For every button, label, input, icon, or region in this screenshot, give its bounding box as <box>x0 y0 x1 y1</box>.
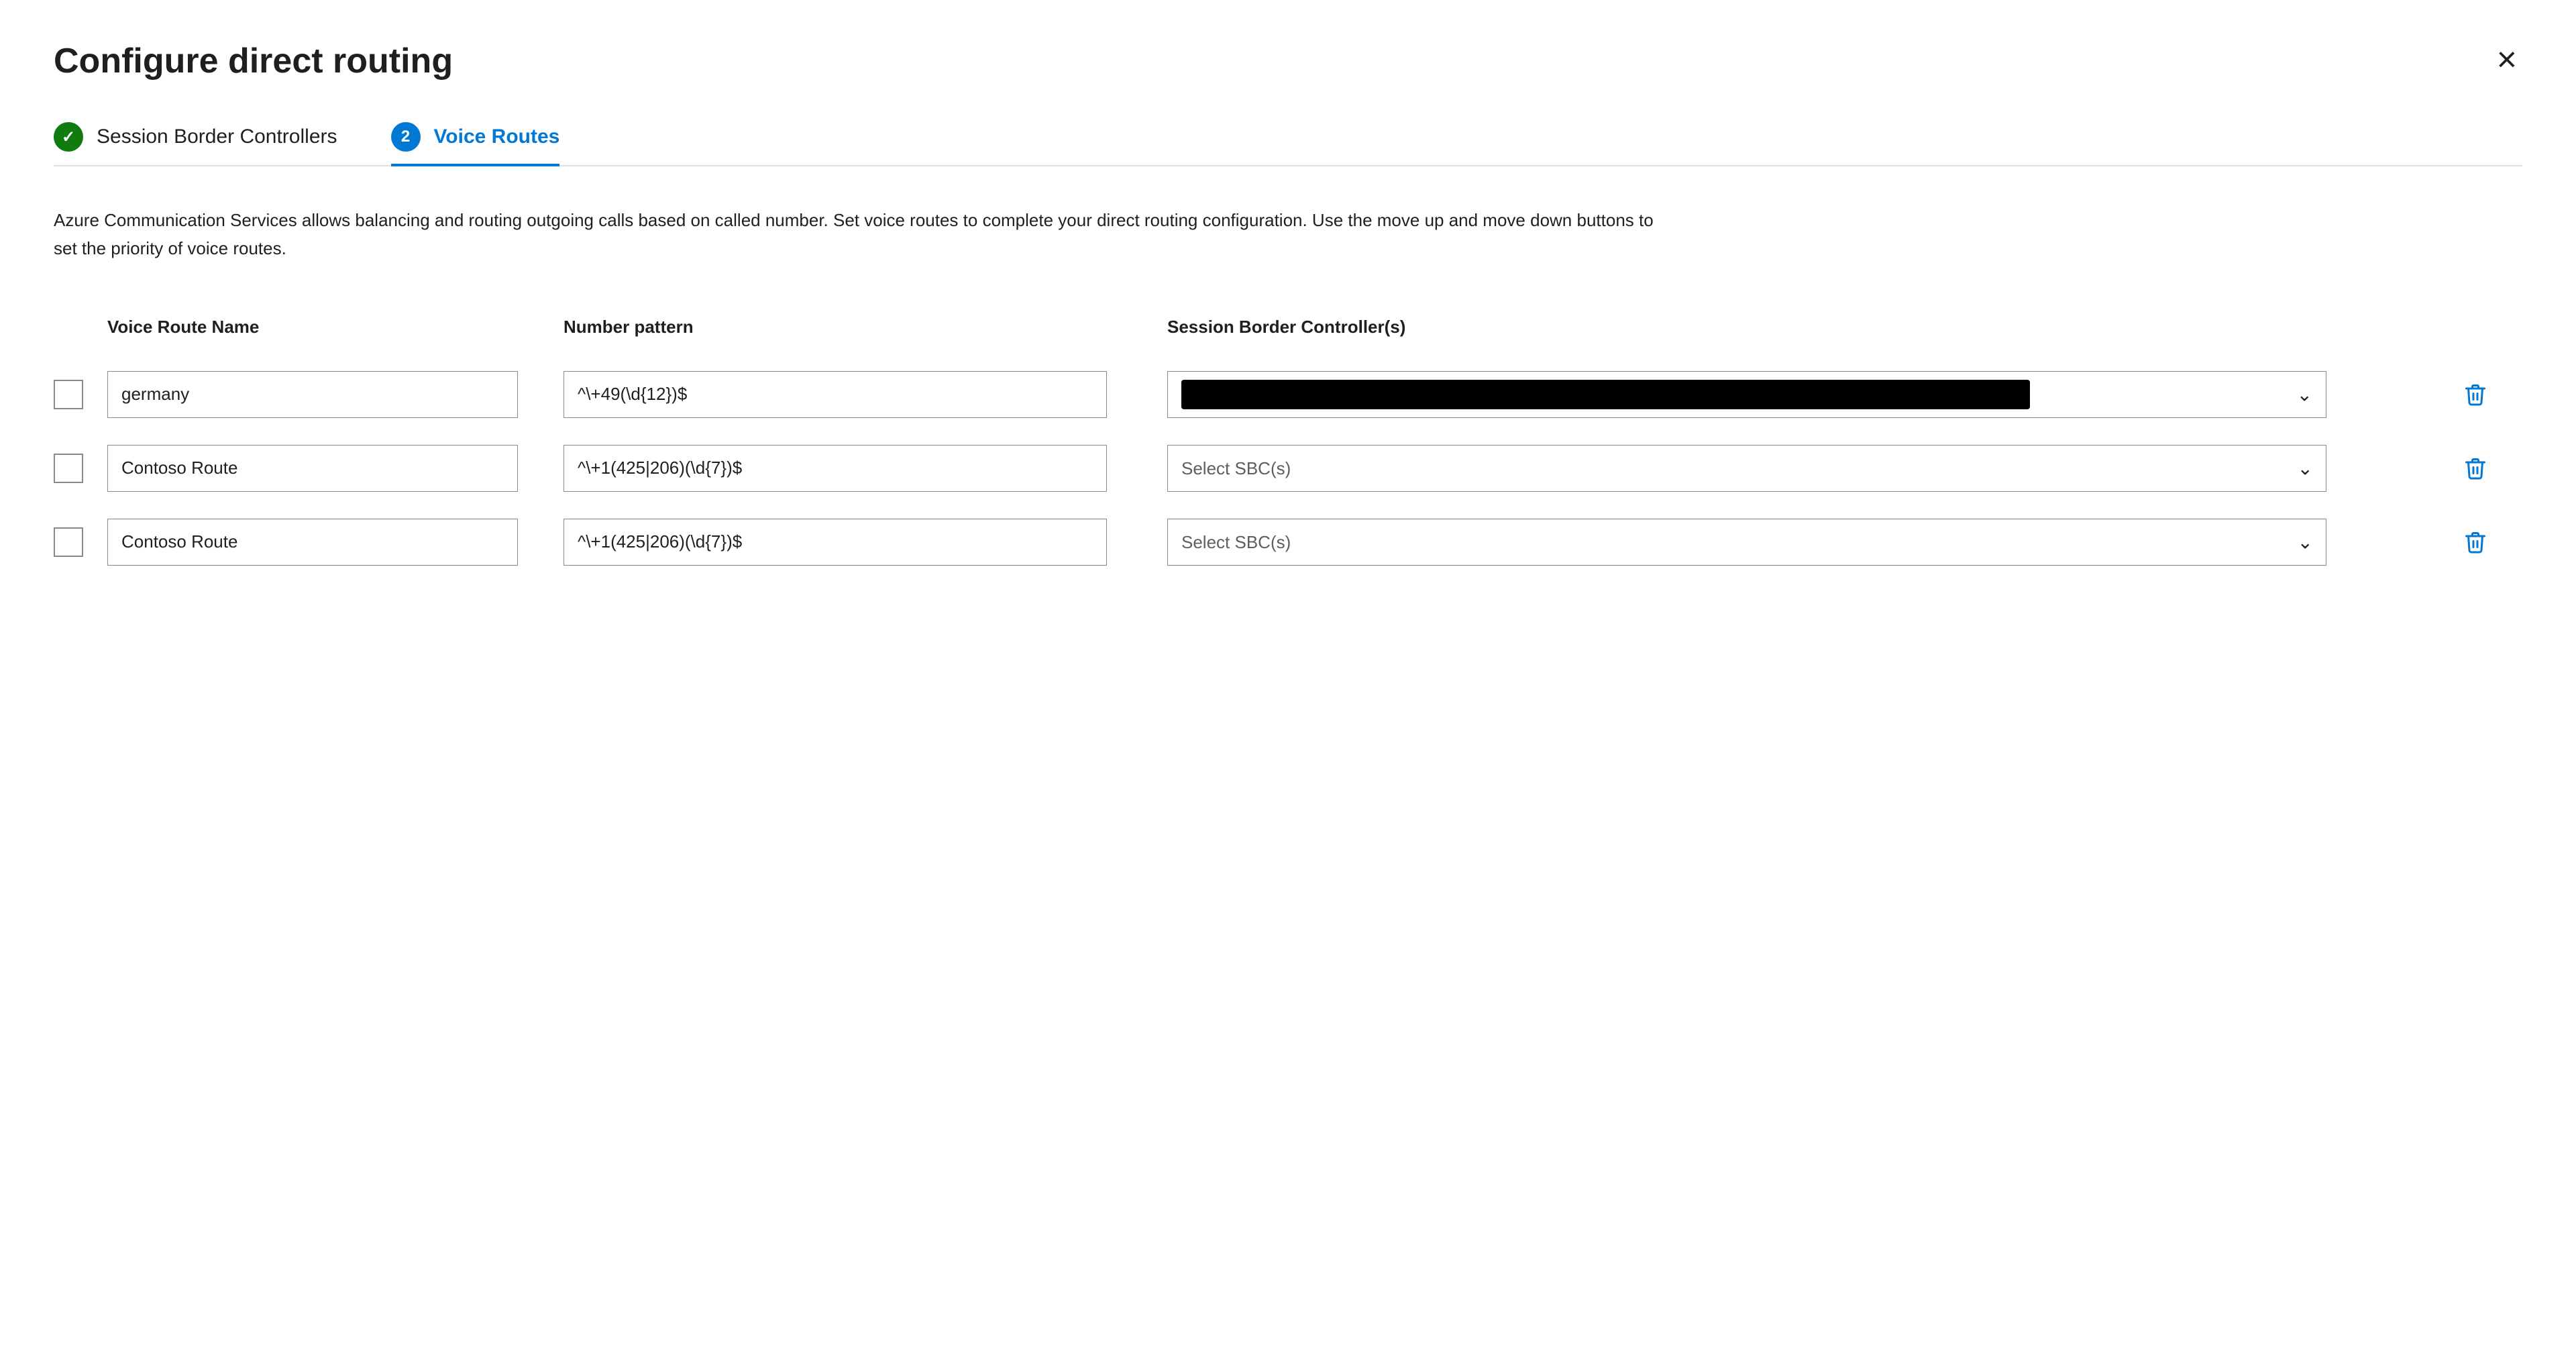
row-3-checkbox[interactable] <box>54 527 83 557</box>
table-header: Voice Route Name Number pattern Session … <box>54 317 2522 351</box>
row-3-sbc-cell: Select SBC(s) ⌄ <box>1167 519 2455 566</box>
row-3-name-input[interactable] <box>107 519 518 566</box>
row-2-name-cell <box>107 445 564 492</box>
row-2-sbc-container: Select SBC(s) ⌄ <box>1167 445 2326 492</box>
table-row: ⌄ <box>54 358 2522 431</box>
row-1-pattern-cell <box>564 371 1167 418</box>
row-2-pattern-input[interactable] <box>564 445 1107 492</box>
row-3-pattern-input[interactable] <box>564 519 1107 566</box>
row-2-checkbox[interactable] <box>54 454 83 483</box>
row-3-pattern-cell <box>564 519 1167 566</box>
tab-voice-routes[interactable]: 2 Voice Routes <box>391 122 560 165</box>
tab-session-border-controllers[interactable]: ✓ Session Border Controllers <box>54 122 337 165</box>
row-3-sbc-select[interactable]: Select SBC(s) <box>1167 519 2326 566</box>
col-header-number-pattern: Number pattern <box>564 317 1167 337</box>
row-3-checkbox-cell <box>54 527 107 557</box>
table-row: Select SBC(s) ⌄ <box>54 505 2522 579</box>
tabs-container: ✓ Session Border Controllers 2 Voice Rou… <box>54 122 2522 166</box>
trash-icon <box>2463 456 2487 480</box>
row-1-sbc-container: ⌄ <box>1167 371 2326 418</box>
row-3-delete-cell <box>2455 525 2522 560</box>
row-1-sbc-redacted-value <box>1181 380 2030 409</box>
table-row: Select SBC(s) ⌄ <box>54 431 2522 505</box>
sbc-tab-label: Session Border Controllers <box>97 125 337 148</box>
row-2-name-input[interactable] <box>107 445 518 492</box>
row-3-delete-button[interactable] <box>2455 525 2496 560</box>
row-1-sbc-chevron-icon: ⌄ <box>2297 383 2312 405</box>
row-2-delete-button[interactable] <box>2455 451 2496 486</box>
row-2-sbc-select[interactable]: Select SBC(s) <box>1167 445 2326 492</box>
voice-routes-tab-label: Voice Routes <box>434 125 560 148</box>
description-text: Azure Communication Services allows bala… <box>54 207 1664 262</box>
trash-icon <box>2463 530 2487 554</box>
row-1-pattern-input[interactable] <box>564 371 1107 418</box>
row-1-checkbox[interactable] <box>54 380 83 409</box>
sbc-tab-badge: ✓ <box>54 122 83 152</box>
row-2-sbc-cell: Select SBC(s) ⌄ <box>1167 445 2455 492</box>
row-1-name-cell <box>107 371 564 418</box>
row-3-sbc-container: Select SBC(s) ⌄ <box>1167 519 2326 566</box>
row-2-delete-cell <box>2455 451 2522 486</box>
row-1-checkbox-cell <box>54 380 107 409</box>
configure-direct-routing-dialog: Configure direct routing × ✓ Session Bor… <box>0 0 2576 1354</box>
row-1-delete-cell <box>2455 377 2522 412</box>
dialog-title: Configure direct routing <box>54 40 2522 82</box>
close-button[interactable]: × <box>2491 37 2522 83</box>
voice-routes-tab-badge: 2 <box>391 122 421 152</box>
row-2-pattern-cell <box>564 445 1167 492</box>
row-3-name-cell <box>107 519 564 566</box>
row-1-sbc-cell: ⌄ <box>1167 371 2455 418</box>
trash-icon <box>2463 382 2487 407</box>
row-2-checkbox-cell <box>54 454 107 483</box>
row-1-name-input[interactable] <box>107 371 518 418</box>
row-1-sbc-select[interactable]: ⌄ <box>1167 371 2326 418</box>
row-1-delete-button[interactable] <box>2455 377 2496 412</box>
col-header-sbc: Session Border Controller(s) <box>1167 317 2455 337</box>
col-header-voice-route-name: Voice Route Name <box>107 317 564 337</box>
